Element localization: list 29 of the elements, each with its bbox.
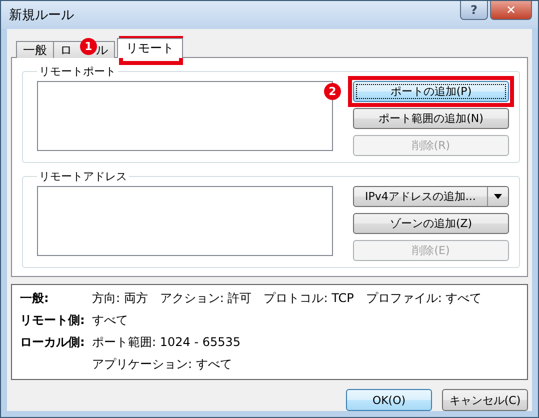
summary-label: ローカル側: <box>20 334 86 350</box>
dropdown-icon[interactable] <box>494 194 502 199</box>
step-badge: 1 <box>80 38 97 55</box>
step-badge: 2 <box>324 83 341 100</box>
action-button[interactable]: ポートの追加(P) <box>353 81 509 102</box>
summary-value: すべて <box>92 312 128 328</box>
action-button[interactable]: ゾーンの追加(Z) <box>353 213 509 234</box>
summary-value: アプリケーション: すべて <box>92 356 232 372</box>
split-button[interactable]: IPv4アドレスの追加... <box>353 186 509 207</box>
tab[interactable]: 一般 <box>16 41 54 58</box>
summary-value: アクション: 許可 <box>160 290 252 306</box>
dialog-button[interactable]: キャンセル(C) <box>442 389 528 411</box>
summary-value: ポート範囲: 1024 - 65535 <box>92 334 241 350</box>
summary-label: 一般: <box>20 290 50 306</box>
group-title: リモートポート <box>38 64 117 79</box>
tab[interactable]: リモート <box>117 38 183 58</box>
tab-label: ロ <box>60 42 72 58</box>
summary-label: リモート側: <box>20 312 86 328</box>
window-title: 新規ルール <box>9 7 74 24</box>
summary-value: プロファイル: すべて <box>366 290 482 306</box>
summary-value: プロトコル: TCP <box>264 290 354 306</box>
dialog-button[interactable]: OK(O) <box>346 389 432 411</box>
list-box[interactable] <box>37 186 333 256</box>
group-title: リモートアドレス <box>38 169 128 184</box>
tab-label: ル <box>96 42 108 58</box>
summary-value: 方向: 両方 <box>92 290 148 306</box>
button-label: IPv4アドレスの追加... <box>354 187 488 206</box>
help-button[interactable]: ? <box>460 1 488 20</box>
action-button[interactable]: ポート範囲の追加(N) <box>353 108 509 129</box>
